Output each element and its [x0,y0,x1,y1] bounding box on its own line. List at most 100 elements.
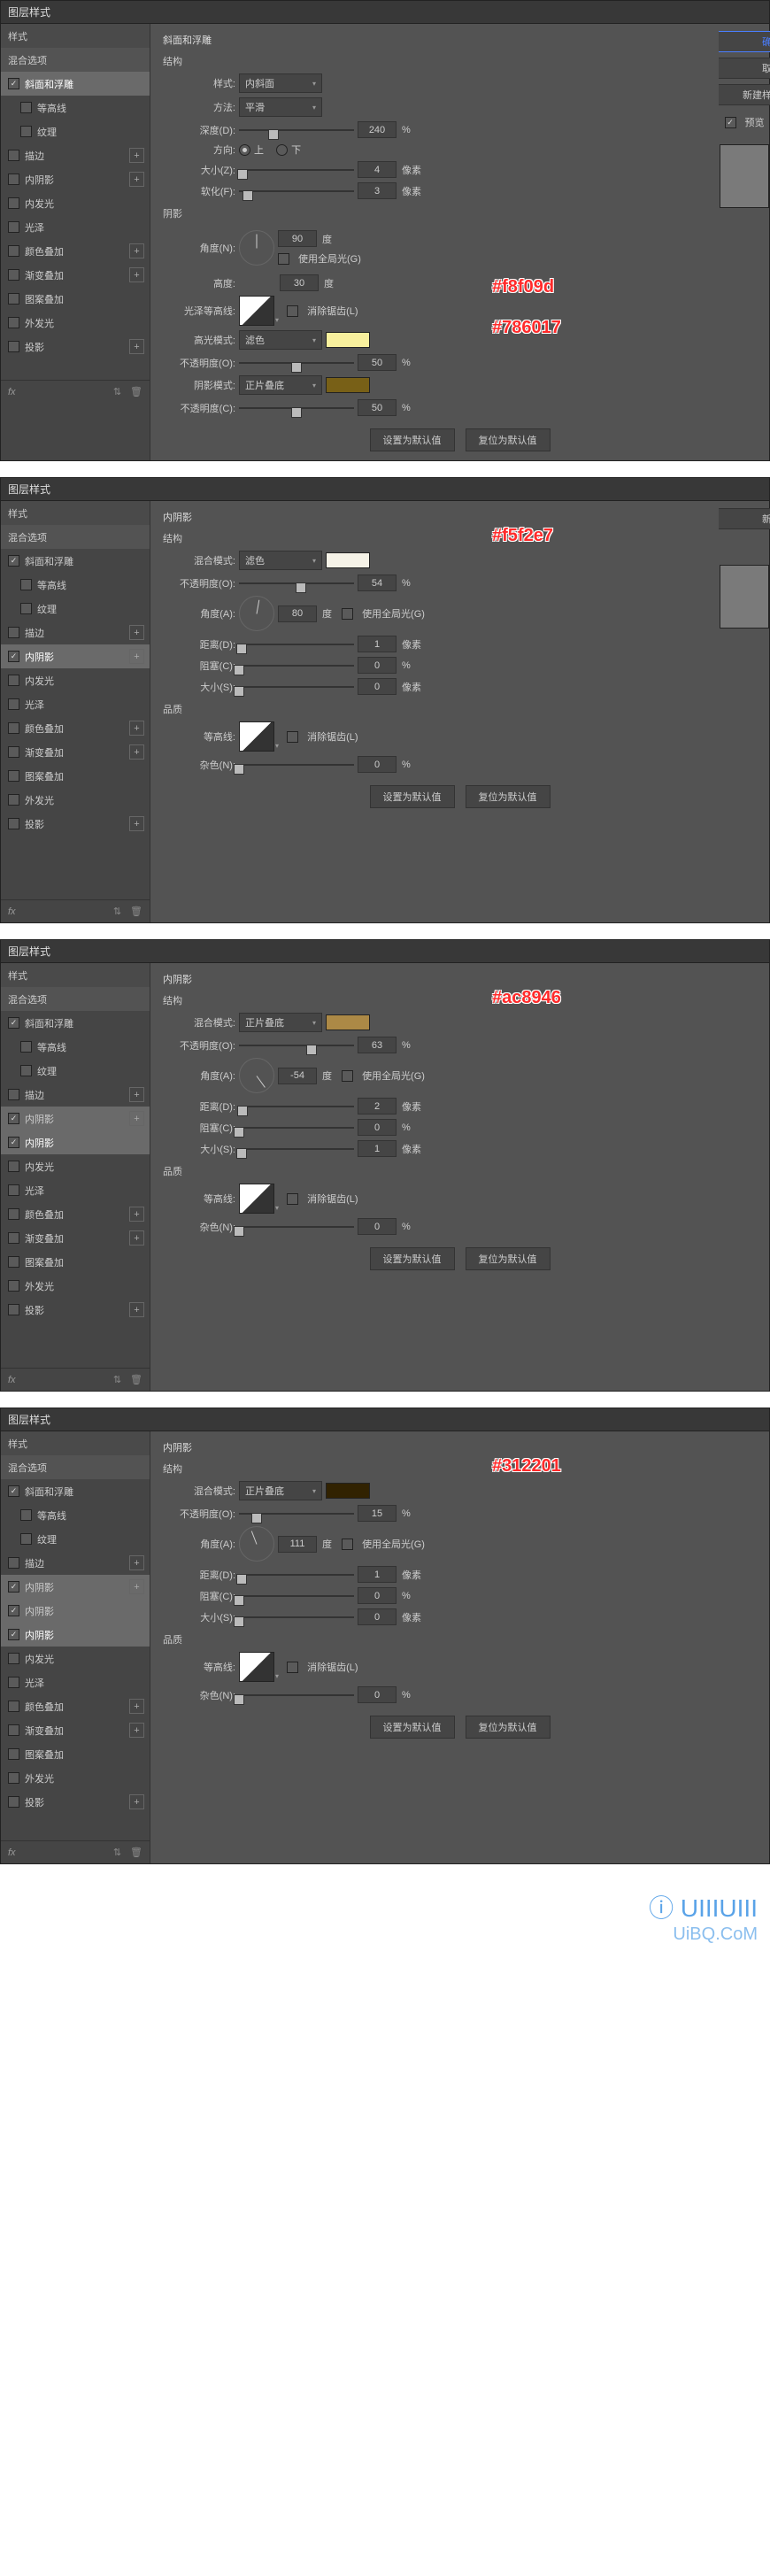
up-down-icon[interactable]: ⇅ [113,906,121,917]
sidebar-blend-options[interactable]: 混合选项 [1,48,150,72]
checkbox[interactable] [8,1796,19,1808]
reset-default-button[interactable]: 复位为默认值 [466,1716,551,1739]
checkbox[interactable] [8,1256,19,1268]
soften-input[interactable]: 3 [358,182,397,199]
blend-mode-dropdown[interactable]: 滤色 [239,551,322,570]
checkbox[interactable] [8,1089,19,1100]
add-icon[interactable]: + [129,625,144,640]
sidebar-gradient-overlay[interactable]: 渐变叠加+ [1,740,150,764]
checkbox[interactable] [8,1137,19,1148]
checkbox[interactable] [8,1304,19,1315]
direction-down-radio[interactable] [276,144,288,156]
add-icon[interactable]: + [129,172,144,187]
checkbox[interactable] [8,1653,19,1664]
checkbox[interactable] [8,150,19,161]
set-default-button[interactable]: 设置为默认值 [370,785,455,808]
sidebar-drop-shadow[interactable]: 投影+ [1,812,150,836]
checkbox[interactable] [8,1701,19,1712]
add-icon[interactable]: + [129,744,144,760]
angle-dial[interactable] [239,1058,274,1093]
checkbox[interactable] [8,317,19,328]
sidebar-drop-shadow[interactable]: 投影+ [1,1298,150,1322]
sidebar-blend-options[interactable]: 混合选项 [1,525,150,549]
contour-picker[interactable] [239,721,274,752]
checkbox[interactable] [8,1485,19,1497]
size-input[interactable]: 1 [358,1140,397,1157]
sidebar-inner-shadow[interactable]: 内阴影+ [1,644,150,668]
up-down-icon[interactable]: ⇅ [113,1847,121,1858]
sidebar-pattern-overlay[interactable]: 图案叠加 [1,1742,150,1766]
checkbox[interactable] [8,269,19,281]
checkbox[interactable] [8,1772,19,1784]
angle-input[interactable]: 80 [278,605,317,622]
blend-mode-dropdown[interactable]: 正片叠底 [239,1481,322,1500]
reset-default-button[interactable]: 复位为默认值 [466,1247,551,1270]
sidebar-inner-glow[interactable]: 内发光 [1,1154,150,1178]
add-icon[interactable]: + [129,1207,144,1222]
distance-slider[interactable] [239,1100,354,1113]
checkbox[interactable] [8,197,19,209]
noise-slider[interactable] [239,1221,354,1233]
global-light-checkbox[interactable] [278,253,289,265]
sidebar-pattern-overlay[interactable]: 图案叠加 [1,764,150,788]
color-swatch[interactable] [326,1483,370,1499]
checkbox[interactable] [8,746,19,758]
size-slider[interactable] [239,1611,354,1623]
distance-input[interactable]: 1 [358,636,397,652]
sidebar-styles[interactable]: 样式 [1,1431,150,1455]
antialias-checkbox[interactable] [287,1662,298,1673]
up-down-icon[interactable]: ⇅ [113,386,121,397]
add-icon[interactable]: + [129,1555,144,1570]
add-icon[interactable]: + [129,1302,144,1317]
gloss-contour[interactable] [239,296,274,326]
up-down-icon[interactable]: ⇅ [113,1374,121,1385]
highlight-opacity-slider[interactable] [239,357,354,369]
sidebar-color-overlay[interactable]: 颜色叠加+ [1,1694,150,1718]
checkbox[interactable] [8,78,19,89]
checkbox[interactable] [8,722,19,734]
angle-input[interactable]: 90 [278,230,317,247]
antialias-checkbox[interactable] [287,731,298,743]
sidebar-color-overlay[interactable]: 颜色叠加+ [1,239,150,263]
highlight-opacity-input[interactable]: 50 [358,354,397,371]
trash-icon[interactable]: 🗑 [130,906,142,917]
sidebar-styles[interactable]: 样式 [1,963,150,987]
sidebar-gradient-overlay[interactable]: 渐变叠加+ [1,1718,150,1742]
antialias-checkbox[interactable] [287,1193,298,1205]
sidebar-bevel[interactable]: 斜面和浮雕 [1,72,150,96]
checkbox[interactable] [8,1161,19,1172]
add-icon[interactable]: + [129,1579,144,1594]
technique-dropdown[interactable]: 平滑 [239,97,322,117]
checkbox[interactable] [8,245,19,257]
checkbox[interactable] [20,1065,32,1076]
sidebar-texture[interactable]: 纹理 [1,120,150,143]
sidebar-blend-options[interactable]: 混合选项 [1,1455,150,1479]
sidebar-stroke[interactable]: 描边+ [1,1083,150,1107]
sidebar-bevel[interactable]: 斜面和浮雕 [1,1479,150,1503]
checkbox[interactable] [8,174,19,185]
angle-dial[interactable] [239,230,274,266]
style-dropdown[interactable]: 内斜面 [239,73,322,93]
depth-slider[interactable] [239,124,354,136]
checkbox[interactable] [8,1232,19,1244]
sidebar-gradient-overlay[interactable]: 渐变叠加+ [1,263,150,287]
sidebar-inner-glow[interactable]: 内发光 [1,191,150,215]
sidebar-color-overlay[interactable]: 颜色叠加+ [1,1202,150,1226]
opacity-slider[interactable] [239,1508,354,1520]
choke-slider[interactable] [239,659,354,672]
noise-input[interactable]: 0 [358,1686,397,1703]
opacity-input[interactable]: 63 [358,1037,397,1053]
sidebar-texture[interactable]: 纹理 [1,1527,150,1551]
checkbox[interactable] [8,1557,19,1569]
add-icon[interactable]: + [129,148,144,163]
color-swatch[interactable] [326,552,370,568]
checkbox[interactable] [20,1533,32,1545]
sidebar-satin[interactable]: 光泽 [1,1670,150,1694]
choke-input[interactable]: 0 [358,1587,397,1604]
checkbox[interactable] [8,794,19,806]
checkbox[interactable] [20,1041,32,1053]
sidebar-contour[interactable]: 等高线 [1,573,150,597]
checkbox[interactable] [8,555,19,567]
highlight-mode-dropdown[interactable]: 滤色 [239,330,322,350]
opacity-slider[interactable] [239,577,354,590]
